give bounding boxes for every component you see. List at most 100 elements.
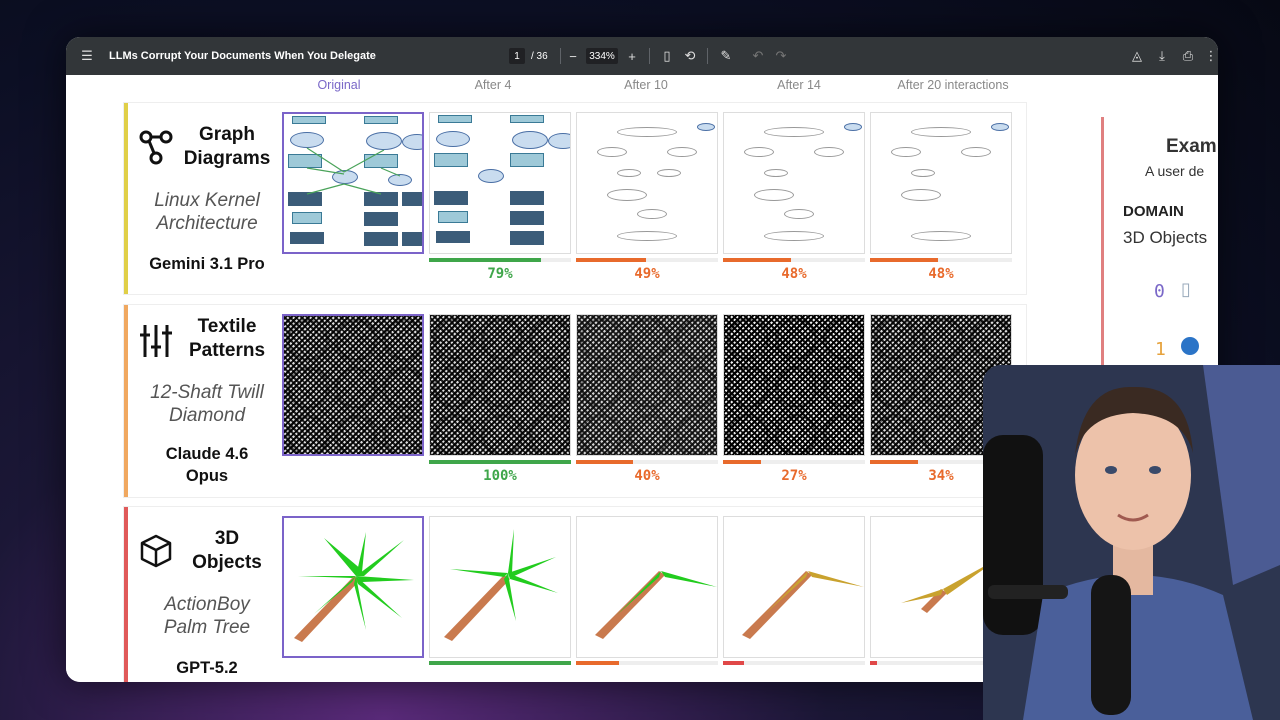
zoom-out-icon[interactable]: −: [564, 37, 582, 75]
score-after-4: 79%: [487, 266, 513, 282]
step-index-1: 1: [1155, 339, 1166, 360]
menu-icon[interactable]: ☰: [78, 37, 96, 75]
score-bar-after-14: [723, 258, 865, 262]
row-model-line1: Claude 4.6: [165, 445, 249, 463]
thumbnail-after-14[interactable]: [723, 516, 865, 658]
drive-icon[interactable]: ◬: [1128, 37, 1146, 75]
row-title-line2: Patterns: [188, 340, 266, 361]
score-after-14: 27%: [781, 468, 807, 484]
diagram-node: [744, 147, 774, 157]
row-model: GPT-5.2: [134, 657, 280, 679]
palm-tree-image: [294, 532, 414, 642]
diagram-node: [901, 189, 941, 201]
domain-label: DOMAIN: [1123, 203, 1184, 220]
column-header-after-4: After 4: [474, 78, 512, 92]
weave-pattern-image: [284, 316, 422, 454]
diagram-node: [597, 147, 627, 157]
diagram-node: [667, 147, 697, 157]
row-model-line2: Opus: [185, 467, 229, 485]
diagram-node: [617, 127, 677, 137]
row-model: Claude 4.6 Opus: [134, 443, 280, 487]
diagram-node: [548, 133, 570, 149]
annotate-icon[interactable]: ✎: [717, 37, 735, 75]
row-model-line1: Gemini 3.1 Pro: [149, 255, 265, 273]
zoom-level-input[interactable]: 334%: [586, 48, 618, 64]
row-title-line1: 3D: [214, 528, 240, 549]
row-accent-bar: [124, 103, 128, 294]
page-total: / 36: [531, 50, 548, 62]
row-title-line2: Diagrams: [183, 148, 271, 169]
diagram-node: [784, 209, 814, 219]
redo-icon[interactable]: ↷: [772, 37, 790, 75]
diagram-node: [961, 147, 991, 157]
row-subtitle: ActionBoy Palm Tree: [134, 593, 280, 639]
row-subtitle: Linux Kernel Architecture: [134, 189, 280, 235]
zoom-in-icon[interactable]: +: [623, 37, 641, 75]
diagram-node: [510, 211, 544, 225]
thumbnail-after-10[interactable]: [576, 516, 718, 658]
score-after-14: 48%: [781, 266, 807, 282]
diagram-node: [510, 115, 544, 123]
rotate-icon[interactable]: ⟲: [681, 37, 699, 75]
row-3d-objects: 3D Objects ActionBoy Palm Tree GPT-5.2: [123, 506, 1027, 682]
row-accent-bar: [124, 507, 128, 682]
thumbnail-after-14[interactable]: [723, 112, 865, 254]
diagram-node: [891, 147, 921, 157]
document-icon: ▯: [1181, 279, 1191, 299]
row-subtitle-line1: ActionBoy: [164, 594, 250, 615]
row-title: Graph Diagrams: [174, 123, 280, 171]
diagram-node: [510, 191, 544, 205]
sliders-icon: [140, 325, 172, 357]
diagram-node: [814, 147, 844, 157]
document-title: LLMs Corrupt Your Documents When You Del…: [109, 50, 376, 62]
panel-subheading: A user de: [1145, 163, 1205, 179]
diagram-node: [478, 169, 504, 183]
diagram-node: [510, 153, 544, 167]
thumbnail-after-14[interactable]: [723, 314, 865, 456]
download-icon[interactable]: ⤓: [1153, 37, 1171, 75]
thumbnail-original[interactable]: [282, 112, 424, 254]
diagram-node: [512, 131, 548, 149]
score-bar-after-10: [576, 661, 718, 665]
weave-pattern-image: [724, 315, 864, 455]
page-number-input[interactable]: 1: [509, 48, 525, 64]
diagram-node: [657, 169, 681, 177]
undo-icon[interactable]: ↶: [749, 37, 767, 75]
diagram-node: [436, 131, 470, 147]
palm-tree-image: [444, 529, 558, 641]
domain-value: 3D Objects: [1123, 228, 1208, 247]
thumbnail-after-10[interactable]: [576, 314, 718, 456]
thumbnail-after-10[interactable]: [576, 112, 718, 254]
fit-page-icon[interactable]: ▯: [658, 37, 676, 75]
diagram-node: [911, 231, 971, 241]
row-title-line2: Objects: [192, 552, 262, 573]
score-bar-after-4: [429, 258, 571, 262]
diagram-node: [764, 127, 824, 137]
diagram-node: [911, 127, 971, 137]
row-accent-bar: [124, 305, 128, 497]
thumbnail-after-4[interactable]: [429, 516, 571, 658]
step-index-0: 0: [1154, 281, 1165, 302]
row-model: Gemini 3.1 Pro: [134, 253, 280, 275]
thumbnail-original[interactable]: [282, 314, 424, 456]
weave-pattern-image: [430, 315, 570, 455]
palm-tree-image: [595, 571, 717, 639]
column-header-after-20: After 20 interactions: [897, 78, 1009, 92]
column-header-after-14: After 14: [777, 78, 821, 92]
user-icon: [1181, 337, 1199, 355]
thumbnail-after-20[interactable]: [870, 112, 1012, 254]
diagram-node: [764, 169, 788, 177]
row-title-line1: Graph: [199, 124, 255, 145]
row-model-line1: GPT-5.2: [176, 659, 238, 677]
thumbnail-after-4[interactable]: [429, 112, 571, 254]
score-after-20: 48%: [928, 266, 954, 282]
diagram-node: [697, 123, 715, 131]
more-options-icon[interactable]: ⋮: [1202, 37, 1218, 75]
diagram-node: [438, 115, 472, 123]
thumbnail-original[interactable]: [282, 516, 424, 658]
print-icon[interactable]: ⎙: [1179, 37, 1197, 75]
row-subtitle-line2: Architecture: [156, 213, 258, 234]
row-textile-patterns: Textile Patterns 12-Shaft Twill Diamond …: [123, 304, 1027, 498]
diagram-node: [607, 189, 647, 201]
thumbnail-after-4[interactable]: [429, 314, 571, 456]
